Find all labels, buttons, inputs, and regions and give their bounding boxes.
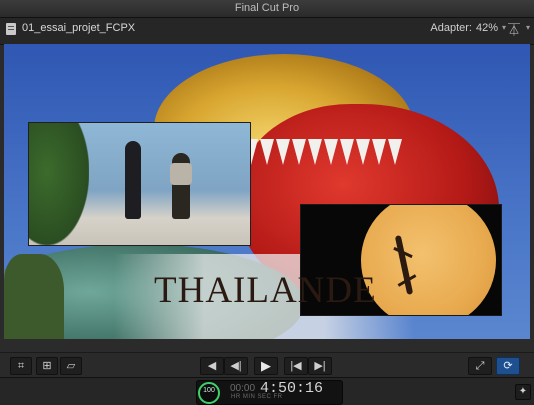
zoom-popup[interactable]: 42% bbox=[476, 22, 498, 34]
fullscreen-icon[interactable]: ⤢ bbox=[468, 357, 492, 375]
crop-icon[interactable]: ⌗ bbox=[10, 357, 32, 375]
chevron-down-icon[interactable]: ▾ bbox=[502, 23, 506, 32]
magic-wand-icon[interactable]: ✦ bbox=[515, 384, 531, 400]
sun bbox=[361, 205, 496, 315]
loop-icon[interactable]: ⟳ bbox=[496, 357, 520, 375]
trees bbox=[4, 254, 64, 339]
next-edit-button[interactable]: ▶| bbox=[308, 357, 332, 375]
step-back-button[interactable]: ◀| bbox=[224, 357, 248, 375]
play-button[interactable]: ▶ bbox=[254, 357, 278, 375]
timecode-ring-value: 100 bbox=[203, 387, 215, 394]
video-viewer[interactable]: THAILANDE bbox=[4, 44, 530, 339]
dragon-teeth bbox=[244, 139, 414, 184]
title-overlay-text: THAILANDE bbox=[154, 270, 377, 311]
viewer-header: 01_essai_projet_FCPX Adapter: 42% ▾ ⏄ ▾ bbox=[0, 18, 534, 45]
switch-icon[interactable]: ⏄ bbox=[508, 21, 520, 38]
transform-icon[interactable]: ⊞ bbox=[36, 357, 58, 375]
window-title: Final Cut Pro bbox=[234, 2, 300, 14]
pip-person-left bbox=[125, 141, 141, 219]
project-icon bbox=[6, 23, 16, 35]
step-forward-button[interactable]: |◀ bbox=[284, 357, 308, 375]
pip-tree bbox=[29, 123, 89, 245]
adapter-label: Adapter: bbox=[430, 22, 472, 34]
timecode-prefix: 00:00 bbox=[230, 383, 256, 394]
distort-icon[interactable]: ▱ bbox=[60, 357, 82, 375]
picture-in-picture-people[interactable] bbox=[28, 122, 251, 246]
pip-person-right bbox=[170, 153, 192, 219]
chevron-down-icon[interactable]: ▾ bbox=[526, 23, 530, 32]
project-name: 01_essai_projet_FCPX bbox=[22, 22, 136, 34]
previous-edit-button[interactable]: ◀ bbox=[200, 357, 224, 375]
transport-bar: ⌗ ⊞ ▱ ◀ ◀| ▶ |◀ ▶| ⤢ ⟳ bbox=[0, 352, 534, 378]
gecko-icon bbox=[393, 235, 417, 295]
title-bar: Final Cut Pro bbox=[0, 0, 534, 18]
timecode-units: HR MIN SEC FR bbox=[231, 394, 283, 400]
timecode-ring-icon[interactable]: 100 bbox=[198, 382, 220, 404]
